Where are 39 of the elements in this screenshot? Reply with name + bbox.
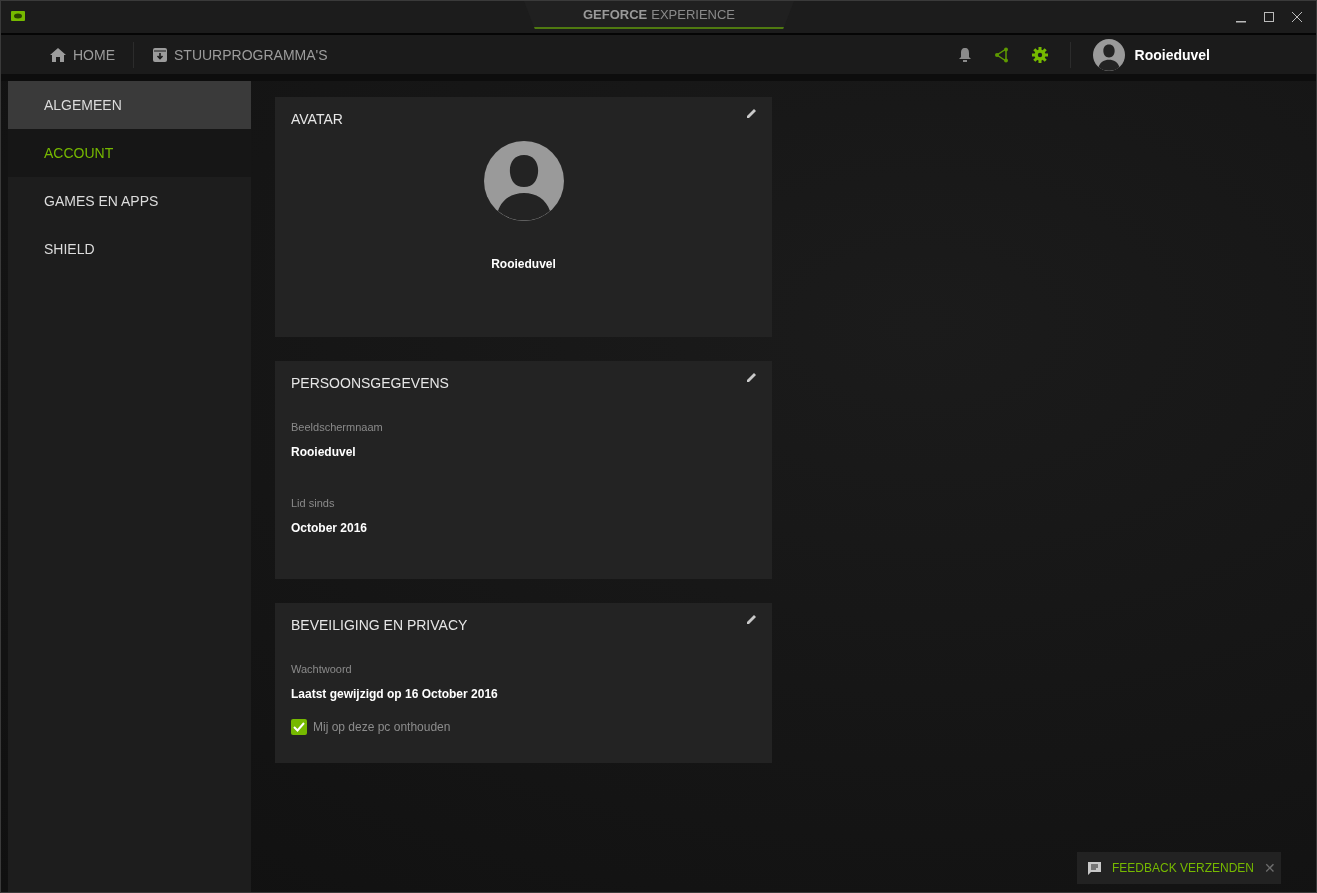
user-name[interactable]: Rooieduvel xyxy=(1134,46,1210,63)
nav-tab[interactable]: STUURPROGRAMMA'S xyxy=(144,39,336,70)
pencil-icon xyxy=(746,613,758,625)
pencil-icon xyxy=(746,371,758,383)
minimize-icon xyxy=(1236,21,1246,23)
maximize-icon xyxy=(1263,11,1275,23)
home-icon xyxy=(49,46,67,63)
product-text: EXPERIENCE xyxy=(651,6,736,22)
field-value: October 2016 xyxy=(291,521,369,535)
edit-button[interactable] xyxy=(746,107,758,119)
user-avatar xyxy=(1092,38,1125,71)
field-value: Laatst gewijzigd op 16 October 2016 xyxy=(291,687,499,701)
avatar-name: Rooieduvel xyxy=(491,257,556,271)
edit-button[interactable] xyxy=(746,371,758,383)
notification-bell-icon[interactable] xyxy=(957,46,972,63)
brand-text: GEFORCE xyxy=(582,6,648,22)
settings-icon[interactable] xyxy=(1031,46,1048,63)
field-value: Rooieduvel xyxy=(291,445,357,459)
field-label: Wachtwoord xyxy=(291,663,353,675)
pencil-icon xyxy=(746,107,758,119)
field-label: Beeldschermnaam xyxy=(291,421,384,433)
field-label: Lid sinds xyxy=(291,497,336,509)
sidebar-item[interactable]: GAMES EN APPS xyxy=(8,177,251,225)
card-title: PERSOONSGEGEVENS xyxy=(291,375,449,391)
checkbox[interactable] xyxy=(291,719,307,735)
chat-icon xyxy=(1087,861,1102,875)
checkbox-label: Mij op deze pc onthouden xyxy=(313,720,451,734)
share-icon[interactable] xyxy=(993,46,1010,63)
sidebar-item[interactable]: SHIELD xyxy=(8,225,251,273)
sidebar-item[interactable]: ALGEMEEN xyxy=(8,81,251,129)
logo-icon xyxy=(11,11,25,21)
edit-button[interactable] xyxy=(746,613,758,625)
feedback-button[interactable]: FEEDBACK VERZENDEN xyxy=(1087,861,1255,875)
close-icon xyxy=(1291,11,1303,23)
nav-tab[interactable]: HOME xyxy=(41,39,123,70)
download-box-icon xyxy=(152,46,168,63)
card-title: BEVEILIGING EN PRIVACY xyxy=(291,617,468,633)
sidebar-item[interactable]: ACCOUNT xyxy=(8,129,251,177)
card-title: AVATAR xyxy=(291,111,343,127)
